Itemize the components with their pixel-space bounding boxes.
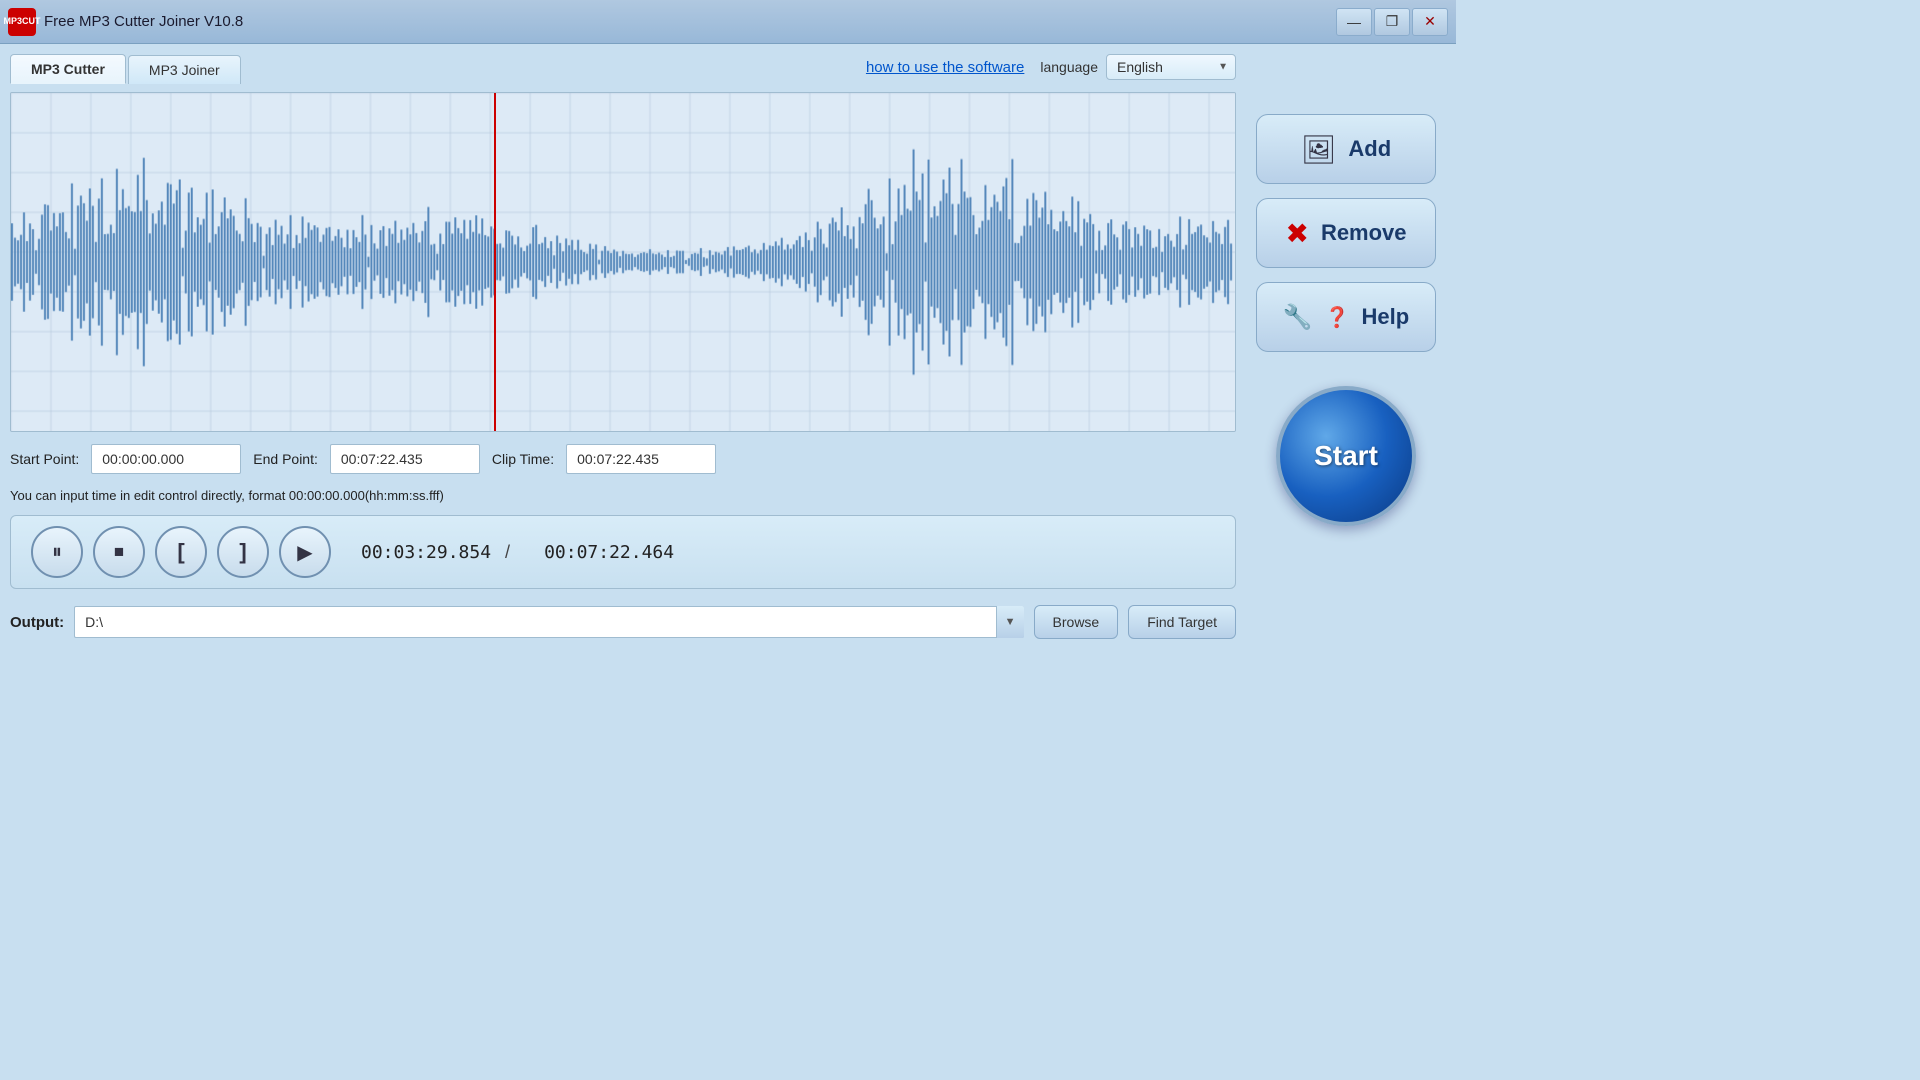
left-panel: MP3 Cutter MP3 Joiner how to use the sof… [10, 54, 1236, 802]
playhead [494, 93, 496, 431]
title-bar-left: MP3 CUT Free MP3 Cutter Joiner V10.8 [8, 8, 243, 36]
start-point-label: Start Point: [10, 451, 79, 467]
stop-button[interactable]: ⏹ [93, 526, 145, 578]
pause-button[interactable]: ⏸ [31, 526, 83, 578]
start-button[interactable]: Start [1276, 386, 1416, 526]
help-icon: 🔧 [1283, 303, 1313, 332]
add-button-label: Add [1348, 136, 1391, 162]
output-path-input[interactable] [74, 606, 1023, 638]
restore-button[interactable]: ❐ [1374, 8, 1410, 36]
time-separator: / [505, 542, 510, 563]
current-time-display: 00:03:29.854 [361, 542, 491, 563]
language-select[interactable]: English Chinese Spanish French German [1106, 54, 1236, 80]
output-row: Output: ▼ Browse Find Target [10, 605, 1236, 639]
tab-mp3joiner[interactable]: MP3 Joiner [128, 55, 241, 84]
app-icon: MP3 CUT [8, 8, 36, 36]
waveform-container[interactable] [10, 92, 1236, 432]
tabs: MP3 Cutter MP3 Joiner [10, 54, 243, 84]
output-label: Output: [10, 614, 64, 631]
right-panel: 🖼 Add ✖ Remove 🔧 ❓ Help Start [1246, 54, 1446, 802]
output-input-wrapper: ▼ [74, 606, 1023, 638]
how-to-link[interactable]: how to use the software [866, 59, 1024, 76]
playback-bar: ⏸ ⏹ [ ] ▶ 00:03:29.854 / 00:07:22.464 [10, 515, 1236, 589]
start-point-input[interactable] [91, 444, 241, 474]
play-icon: ▶ [297, 540, 312, 565]
tabs-right: how to use the software language English… [866, 54, 1236, 80]
close-button[interactable]: ✕ [1412, 8, 1448, 36]
stop-icon: ⏹ [114, 541, 124, 564]
clip-time-input[interactable] [566, 444, 716, 474]
help-button[interactable]: 🔧 ❓ Help [1256, 282, 1436, 352]
start-button-label: Start [1314, 440, 1378, 472]
add-button[interactable]: 🖼 Add [1256, 114, 1436, 184]
title-bar: MP3 CUT Free MP3 Cutter Joiner V10.8 — ❐… [0, 0, 1456, 44]
play-button[interactable]: ▶ [279, 526, 331, 578]
browse-button[interactable]: Browse [1034, 605, 1119, 639]
help-question-icon: ❓ [1325, 305, 1350, 330]
mark-in-icon: [ [177, 539, 184, 565]
remove-icon: ✖ [1285, 217, 1308, 250]
tab-mp3cutter[interactable]: MP3 Cutter [10, 54, 126, 84]
remove-button-label: Remove [1321, 220, 1407, 246]
time-fields: Start Point: End Point: Clip Time: [10, 444, 1236, 474]
mark-in-button[interactable]: [ [155, 526, 207, 578]
output-dropdown-button[interactable]: ▼ [996, 606, 1024, 638]
pause-icon: ⏸ [52, 541, 62, 564]
end-point-label: End Point: [253, 451, 318, 467]
mark-out-icon: ] [239, 539, 246, 565]
total-time-display: 00:07:22.464 [544, 542, 674, 563]
main-content: MP3 Cutter MP3 Joiner how to use the sof… [0, 44, 1456, 812]
hint-text: You can input time in edit control direc… [10, 488, 1236, 503]
language-label: language [1040, 59, 1098, 75]
clip-time-label: Clip Time: [492, 451, 554, 467]
find-target-button[interactable]: Find Target [1128, 605, 1236, 639]
waveform-canvas [11, 93, 1235, 431]
language-wrapper: English Chinese Spanish French German [1106, 54, 1236, 80]
title-bar-buttons: — ❐ ✕ [1336, 8, 1448, 36]
help-button-label: Help [1362, 304, 1410, 330]
app-title: Free MP3 Cutter Joiner V10.8 [44, 13, 243, 30]
end-point-input[interactable] [330, 444, 480, 474]
add-icon: 🖼 [1301, 133, 1337, 166]
mark-out-button[interactable]: ] [217, 526, 269, 578]
language-row: language English Chinese Spanish French … [1040, 54, 1236, 80]
remove-button[interactable]: ✖ Remove [1256, 198, 1436, 268]
minimize-button[interactable]: — [1336, 8, 1372, 36]
tabs-row: MP3 Cutter MP3 Joiner how to use the sof… [10, 54, 1236, 84]
